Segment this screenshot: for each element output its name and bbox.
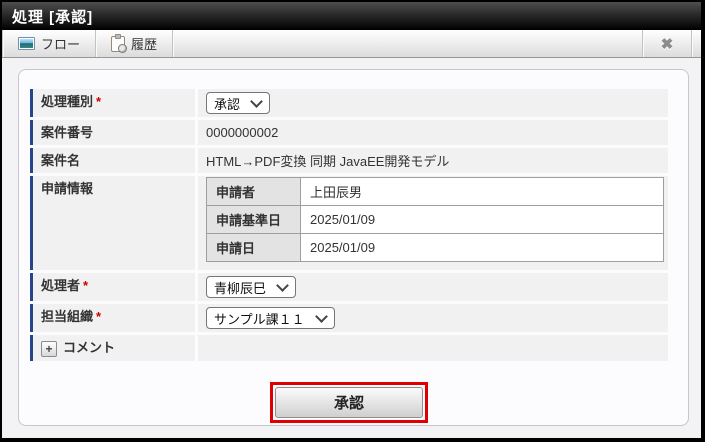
toolbar: フロー 履歴 ✖ <box>2 30 701 58</box>
processor-select[interactable]: 青柳辰巳 <box>206 276 297 298</box>
process-type-label: 処理種別 * <box>30 89 195 117</box>
flow-diagram-icon <box>18 37 35 50</box>
application-info-cell: 申請者 上田辰男 申請基準日 2025/01/09 申請日 2025/01/09 <box>198 176 668 270</box>
flow-button[interactable]: フロー <box>3 30 95 57</box>
case-name-value: HTML→PDF変換 同期 JavaEE開発モデル <box>198 148 668 173</box>
history-button[interactable]: 履歴 <box>96 30 172 57</box>
approve-highlight-box: 承認 <box>270 382 428 423</box>
chevron-down-icon <box>276 278 289 292</box>
table-row-apply-date: 申請日 2025/01/09 <box>206 233 664 262</box>
form-row-application-info: 申請情報 申請者 上田辰男 申請基準日 2025/01/09 申請日 2025/… <box>30 176 668 270</box>
process-type-selected-value: 承認 <box>214 96 241 112</box>
form-row-processor: 処理者 * 青柳辰巳 <box>30 273 668 301</box>
approve-button[interactable]: 承認 <box>275 387 423 418</box>
applicant-value: 上田辰男 <box>300 177 664 206</box>
organization-selected-value: サンプル課１１ <box>214 311 305 327</box>
form-row-case-name: 案件名 HTML→PDF変換 同期 JavaEE開発モデル <box>30 148 668 173</box>
history-button-label: 履歴 <box>131 37 158 52</box>
form-row-comment: + コメント <box>30 335 668 361</box>
comment-expand-button[interactable]: + <box>41 341 57 357</box>
table-row-applicant: 申請者 上田辰男 <box>206 177 664 206</box>
applicant-header: 申請者 <box>206 177 301 206</box>
application-info-table: 申請者 上田辰男 申請基準日 2025/01/09 申請日 2025/01/09 <box>206 177 664 262</box>
required-asterisk: * <box>96 309 102 324</box>
processor-selected-value: 青柳辰巳 <box>214 280 267 296</box>
case-number-label: 案件番号 <box>30 120 195 145</box>
chevron-down-icon <box>250 94 263 108</box>
application-info-label: 申請情報 <box>30 176 195 270</box>
organization-cell: サンプル課１１ <box>198 304 668 332</box>
organization-select[interactable]: サンプル課１１ <box>206 307 335 329</box>
process-type-cell: 承認 <box>198 89 668 117</box>
case-name-label: 案件名 <box>30 148 195 173</box>
table-row-base-date: 申請基準日 2025/01/09 <box>206 205 664 234</box>
form-row-case-number: 案件番号 0000000002 <box>30 120 668 145</box>
chevron-down-icon <box>314 309 328 323</box>
title-bar: 処理 [承認] <box>2 2 701 30</box>
plus-icon: + <box>45 342 53 356</box>
base-date-value: 2025/01/09 <box>300 205 664 234</box>
flow-button-label: フロー <box>41 37 81 52</box>
content-panel: 処理種別 * 承認 案件番号 0000000002 案件名 HTML→PDF変換 … <box>18 69 689 426</box>
comment-label-cell: + コメント <box>30 335 195 361</box>
action-area: 承認 <box>30 382 668 423</box>
close-icon: ✖ <box>660 35 674 53</box>
close-button[interactable]: ✖ <box>643 30 691 57</box>
page-title: 処理 [承認] <box>12 8 94 26</box>
process-type-select[interactable]: 承認 <box>206 92 271 114</box>
organization-label: 担当組織 * <box>30 304 195 332</box>
history-clipboard-icon <box>111 33 128 53</box>
required-asterisk: * <box>83 278 89 293</box>
base-date-header: 申請基準日 <box>206 205 301 234</box>
case-number-value: 0000000002 <box>198 120 668 145</box>
apply-date-value: 2025/01/09 <box>300 233 664 262</box>
form-row-process-type: 処理種別 * 承認 <box>30 89 668 117</box>
toolbar-tail <box>692 30 701 57</box>
comment-label: コメント <box>63 340 116 355</box>
required-asterisk: * <box>96 94 102 109</box>
approval-window: { "titlebar": { "title": "処理 [承認]" }, "t… <box>0 0 705 442</box>
apply-date-header: 申請日 <box>206 233 301 262</box>
processor-cell: 青柳辰巳 <box>198 273 668 301</box>
form-row-organization: 担当組織 * サンプル課１１ <box>30 304 668 332</box>
comment-cell <box>198 335 668 361</box>
processor-label: 処理者 * <box>30 273 195 301</box>
